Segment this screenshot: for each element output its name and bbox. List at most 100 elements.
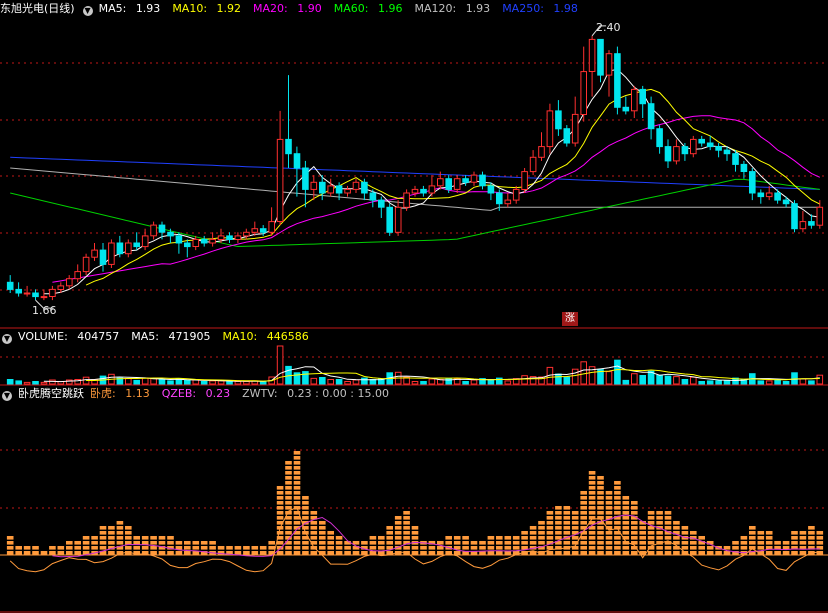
indicator-block xyxy=(639,541,646,545)
indicator-block xyxy=(369,546,377,550)
candle-body xyxy=(538,146,545,158)
indicator-block xyxy=(571,516,579,520)
candle-body xyxy=(588,38,596,72)
indicator-block xyxy=(125,546,132,550)
indicator-block xyxy=(453,551,461,555)
indicator-block xyxy=(369,536,377,540)
indicator-block xyxy=(588,511,596,515)
indicator-block xyxy=(487,541,495,545)
indicator-block xyxy=(394,521,402,525)
indicator-block xyxy=(597,526,604,530)
indicator-block xyxy=(411,531,419,535)
indicator-block xyxy=(504,541,512,545)
indicator-block xyxy=(293,551,301,555)
indicator-settings-icon[interactable]: ▼ xyxy=(2,391,12,401)
indicator-block xyxy=(310,521,318,525)
candle-body xyxy=(597,38,604,76)
indicator-block xyxy=(125,526,132,530)
indicator-block xyxy=(546,536,554,540)
indicator-block xyxy=(681,546,689,550)
candle-body xyxy=(234,235,242,240)
volume-settings-icon[interactable]: ▼ xyxy=(2,334,12,344)
indicator-block xyxy=(588,481,596,485)
volume-bar xyxy=(150,378,157,385)
candle-body xyxy=(99,249,107,265)
indicator-block xyxy=(647,516,655,520)
indicator-block xyxy=(690,551,697,555)
indicator-block xyxy=(74,551,81,555)
candle-body xyxy=(268,221,275,233)
indicator-block xyxy=(420,551,427,555)
indicator-block xyxy=(108,526,115,530)
candle-body xyxy=(740,163,748,172)
main-settings-icon[interactable]: ▼ xyxy=(82,6,93,16)
indicator-block xyxy=(563,521,571,525)
indicator-block xyxy=(664,526,672,530)
indicator-block xyxy=(217,546,225,550)
indicator-block xyxy=(403,536,410,540)
volume-bar xyxy=(605,371,613,385)
indicator-block xyxy=(411,526,419,530)
candle-body xyxy=(386,206,393,233)
indicator-block xyxy=(411,551,419,555)
indicator-block xyxy=(563,511,571,515)
indicator-block xyxy=(361,541,368,545)
indicator-block xyxy=(622,506,630,510)
candle-body xyxy=(302,167,309,190)
indicator-block xyxy=(394,536,402,540)
main-panel-header: 东旭光电(日线) ▼ MA5: 1.93 MA10: 1.92 MA20: 1.90 MA… xyxy=(0,0,828,17)
indicator-block xyxy=(141,541,149,545)
candle-body xyxy=(192,238,200,247)
candle-body xyxy=(344,188,351,194)
indicator-block xyxy=(622,551,630,555)
indicator-block xyxy=(698,546,705,550)
indicator-block xyxy=(647,511,655,515)
indicator-block xyxy=(588,471,596,475)
indicator-block xyxy=(116,541,124,545)
indicator-block xyxy=(386,536,393,540)
indicator-block xyxy=(631,501,638,505)
indicator-block xyxy=(487,536,495,540)
candle-body xyxy=(571,113,579,144)
indicator-block xyxy=(344,546,351,550)
indicator-block xyxy=(462,536,469,540)
candle-body xyxy=(765,192,773,198)
indicator-block xyxy=(571,536,579,540)
volume-bar xyxy=(782,381,790,385)
ma-legend: MA5: 1.93 MA10: 1.92 MA20: 1.90 MA60: 1.96 M… xyxy=(99,2,590,15)
indicator-block xyxy=(403,531,410,535)
indicator-block xyxy=(639,531,646,535)
indicator-block xyxy=(529,541,537,545)
indicator-block xyxy=(327,541,334,545)
candle-body xyxy=(656,128,663,148)
indicator-block xyxy=(133,541,140,545)
indicator-block xyxy=(319,546,326,550)
indicator-block xyxy=(656,511,663,515)
indicator-block xyxy=(588,506,596,510)
indicator-block xyxy=(597,496,604,500)
indicator-block xyxy=(605,511,613,515)
indicator-block xyxy=(605,491,613,495)
indicator-legend: 卧虎: 1.13 QZEB: 0.23 ZWTV: 0.23 : 0.00 : 15… xyxy=(90,387,401,400)
indicator-block xyxy=(487,551,495,555)
indicator-block xyxy=(74,541,81,545)
indicator-block xyxy=(243,546,250,550)
indicator-block xyxy=(664,536,672,540)
volume-bar xyxy=(470,379,478,385)
indicator-block xyxy=(487,546,495,550)
indicator-block xyxy=(420,546,427,550)
indicator-block xyxy=(597,481,604,485)
volume-bar xyxy=(15,380,22,385)
volume-bar xyxy=(690,376,697,385)
volume-bar xyxy=(243,381,250,385)
kline-chart[interactable] xyxy=(0,0,828,613)
indicator-block xyxy=(6,536,14,540)
volume-bar xyxy=(563,376,571,385)
candle-body xyxy=(782,199,790,205)
zhang-badge[interactable]: 涨 xyxy=(562,312,578,326)
indicator-block xyxy=(588,501,596,505)
indicator-block xyxy=(588,496,596,500)
candle-body xyxy=(209,238,216,244)
indicator-block xyxy=(403,511,410,515)
candle-body xyxy=(496,192,503,205)
